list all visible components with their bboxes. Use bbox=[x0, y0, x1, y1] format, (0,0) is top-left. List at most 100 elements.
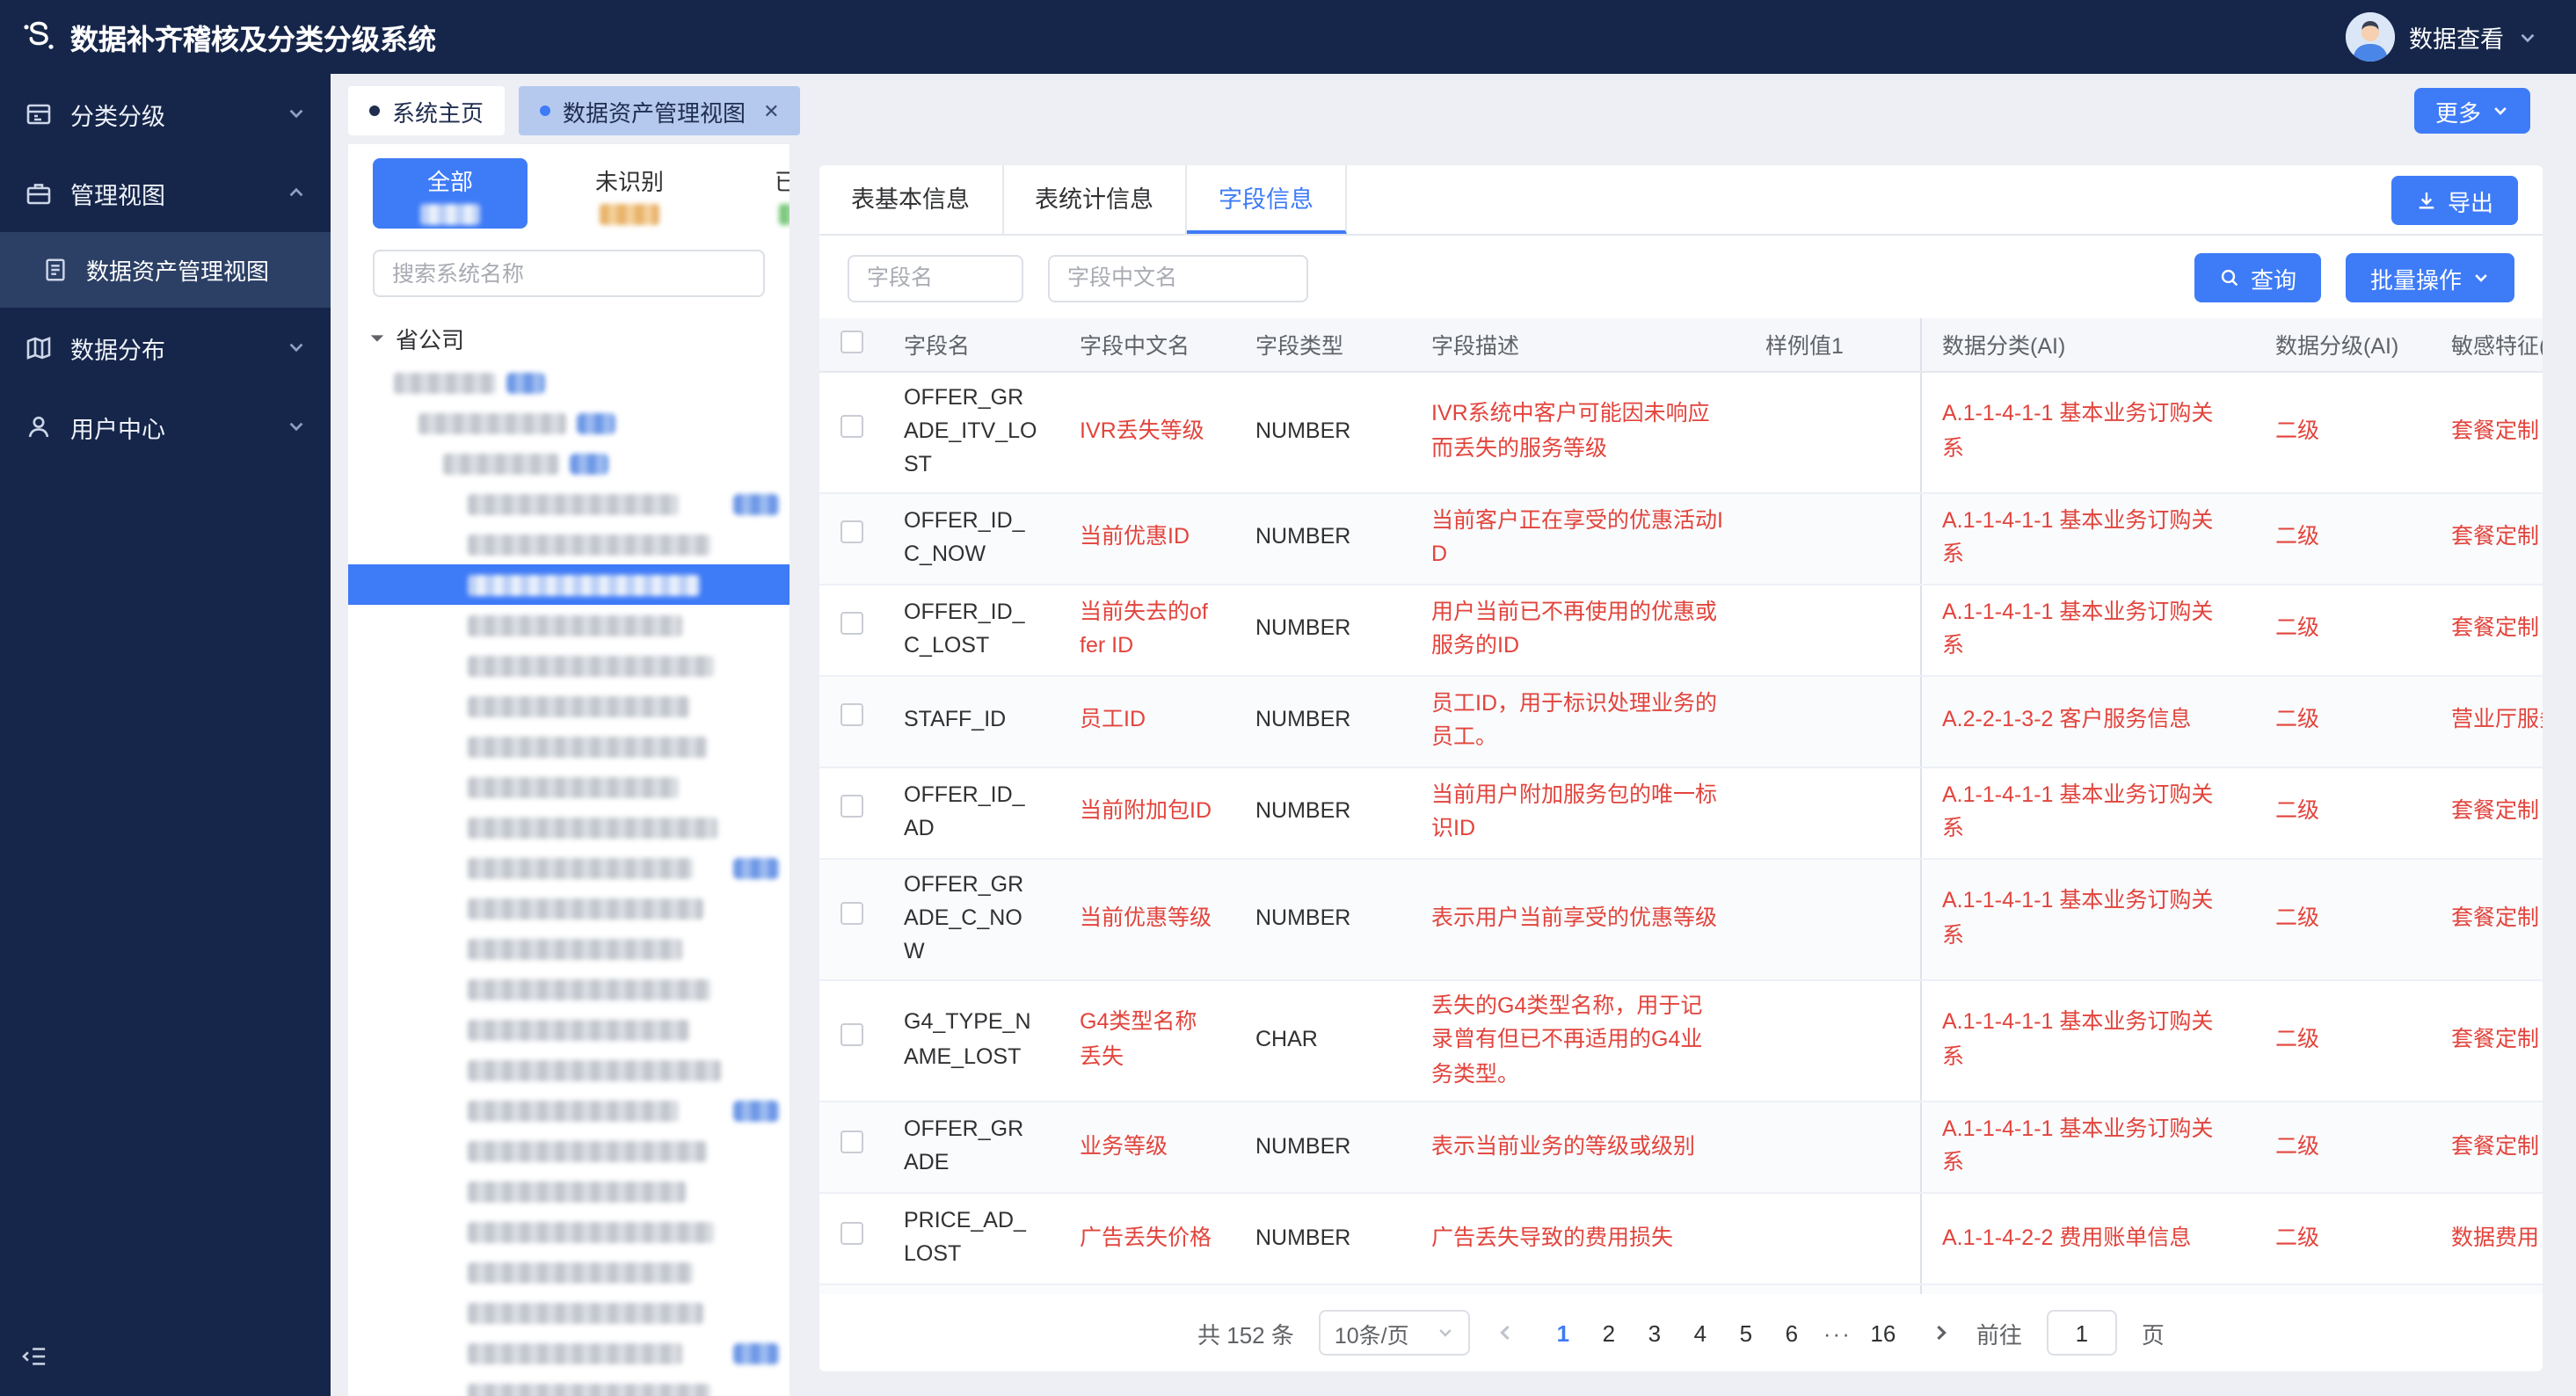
tree-node[interactable] bbox=[348, 1211, 790, 1252]
cell-checkbox bbox=[819, 492, 883, 585]
more-button[interactable]: 更多 bbox=[2413, 88, 2530, 134]
page-4[interactable]: 4 bbox=[1677, 1320, 1723, 1346]
row-checkbox[interactable] bbox=[840, 1130, 863, 1153]
page-1[interactable]: 1 bbox=[1540, 1320, 1586, 1346]
tree-node[interactable] bbox=[348, 1090, 790, 1131]
tree-node[interactable] bbox=[348, 362, 790, 403]
row-checkbox[interactable] bbox=[840, 902, 863, 925]
tab-field-info[interactable]: 字段信息 bbox=[1187, 165, 1347, 234]
tab-table-basic-info[interactable]: 表基本信息 bbox=[819, 165, 1003, 234]
tree-node[interactable] bbox=[348, 847, 790, 888]
cell-checkbox bbox=[819, 1101, 883, 1194]
tree-node[interactable] bbox=[348, 403, 790, 443]
page-16[interactable]: 16 bbox=[1860, 1320, 1906, 1346]
page-2[interactable]: 2 bbox=[1586, 1320, 1632, 1346]
goto-page-input[interactable] bbox=[2046, 1310, 2117, 1356]
filter-unrecognized[interactable]: 未识别 bbox=[552, 158, 707, 229]
table-row: OFFER_ID_C_LOST 当前失去的offer ID NUMBER 用户当前已不… bbox=[819, 584, 2543, 677]
redacted-label bbox=[468, 493, 679, 514]
user-menu[interactable]: 数据查看 bbox=[2346, 12, 2576, 62]
tree-node[interactable] bbox=[348, 605, 790, 645]
redacted-count-badge bbox=[733, 493, 779, 514]
row-checkbox[interactable] bbox=[840, 1023, 863, 1047]
field-info-panel: 表基本信息 表统计信息 字段信息 导出 字段名 字段中文名 查询 批量操作 字段… bbox=[819, 165, 2543, 1371]
sidebar-item-classification[interactable]: 分类分级 bbox=[0, 74, 331, 153]
tree-node[interactable] bbox=[348, 1252, 790, 1292]
page-3[interactable]: 3 bbox=[1632, 1320, 1677, 1346]
cell-level-ai: 二级 bbox=[2254, 1192, 2430, 1285]
cell-level-ai: 二级 bbox=[2254, 767, 2430, 860]
cell-checkbox bbox=[819, 1283, 883, 1294]
cell-sensitive-feature: 数据费用 bbox=[2430, 1192, 2543, 1285]
select-all-checkbox[interactable] bbox=[840, 330, 863, 353]
tab-data-asset-view[interactable]: 数据资产管理视图 ✕ bbox=[519, 86, 801, 135]
redacted-label bbox=[468, 817, 717, 838]
tree-node[interactable] bbox=[348, 443, 790, 484]
tab-system-home[interactable]: 系统主页 bbox=[348, 86, 506, 135]
batch-operations-button[interactable]: 批量操作 bbox=[2345, 253, 2514, 302]
cell-sample bbox=[1744, 767, 1920, 860]
collapse-sidebar-button[interactable] bbox=[21, 1343, 47, 1378]
row-checkbox[interactable] bbox=[840, 612, 863, 636]
cell-sample bbox=[1744, 1101, 1920, 1194]
redacted-count-badge bbox=[570, 453, 608, 474]
sidebar-item-user-center[interactable]: 用户中心 bbox=[0, 387, 331, 466]
cell-field-type: NUMBER bbox=[1234, 767, 1410, 860]
row-checkbox[interactable] bbox=[840, 520, 863, 544]
sidebar-item-data-asset-view[interactable]: 数据资产管理视图 bbox=[0, 232, 331, 308]
cell-field-type: NUMBER bbox=[1234, 1192, 1410, 1285]
tree-node[interactable] bbox=[348, 484, 790, 524]
tree-node[interactable] bbox=[348, 1333, 790, 1373]
tree-node[interactable] bbox=[348, 1050, 790, 1090]
tree-node[interactable] bbox=[348, 686, 790, 726]
tree-node[interactable] bbox=[348, 767, 790, 807]
prev-page-button[interactable] bbox=[1495, 1322, 1516, 1343]
page-5[interactable]: 5 bbox=[1723, 1320, 1769, 1346]
filter-recognized[interactable]: 已识别 bbox=[731, 158, 790, 229]
tree-node[interactable] bbox=[348, 969, 790, 1009]
tree-node-selected[interactable] bbox=[348, 564, 790, 605]
filter-label: 已识别 bbox=[775, 163, 790, 196]
cell-sensitive-feature: 套餐定制 bbox=[2430, 371, 2543, 494]
page-ellipsis[interactable]: ··· bbox=[1815, 1320, 1860, 1346]
user-avatar bbox=[2346, 12, 2395, 62]
system-search-input[interactable] bbox=[373, 250, 765, 297]
cell-category-ai: A.1-1-4-1-1 基本业务订购关系 bbox=[1919, 371, 2254, 494]
redacted-label bbox=[468, 938, 682, 959]
tree-root-node[interactable]: 省公司 bbox=[348, 315, 790, 362]
cell-field-type: NUMBER bbox=[1234, 675, 1410, 768]
cell-field-name: PRICE_AD_LOST bbox=[883, 1192, 1059, 1285]
tree-node[interactable] bbox=[348, 726, 790, 767]
tree-node[interactable] bbox=[348, 645, 790, 686]
redacted-label bbox=[468, 1383, 710, 1396]
row-checkbox[interactable] bbox=[840, 1221, 863, 1245]
tree-node[interactable] bbox=[348, 1292, 790, 1333]
filter-all[interactable]: 全部 bbox=[373, 158, 528, 229]
cell-field-cn: 当前附加包ID bbox=[1059, 767, 1234, 860]
tree-node[interactable] bbox=[348, 1131, 790, 1171]
tree-node[interactable] bbox=[348, 1009, 790, 1050]
cell-sensitive-feature: 套餐定制 bbox=[2430, 584, 2543, 677]
field-cn-name-input[interactable] bbox=[1048, 254, 1308, 302]
sidebar-item-data-distribution[interactable]: 数据分布 bbox=[0, 308, 331, 387]
query-button[interactable]: 查询 bbox=[2194, 253, 2321, 302]
row-checkbox[interactable] bbox=[840, 795, 863, 818]
field-name-input[interactable] bbox=[848, 254, 1023, 302]
tree-node[interactable] bbox=[348, 524, 790, 564]
tree-node[interactable] bbox=[348, 1171, 790, 1211]
next-page-button[interactable] bbox=[1931, 1322, 1952, 1343]
tree-node[interactable] bbox=[348, 888, 790, 928]
tree-node[interactable] bbox=[348, 928, 790, 969]
tab-table-statistics[interactable]: 表统计信息 bbox=[1003, 165, 1187, 234]
sidebar-item-management-views[interactable]: 管理视图 bbox=[0, 153, 331, 232]
page-6[interactable]: 6 bbox=[1769, 1320, 1815, 1346]
export-button[interactable]: 导出 bbox=[2390, 176, 2518, 225]
views-icon bbox=[25, 178, 53, 207]
tree-node[interactable] bbox=[348, 1373, 790, 1396]
page-size-select[interactable]: 10条/页 bbox=[1318, 1310, 1470, 1356]
row-checkbox[interactable] bbox=[840, 703, 863, 727]
cell-level-ai: 二级 bbox=[2254, 584, 2430, 677]
close-tab-icon[interactable]: ✕ bbox=[763, 99, 779, 122]
tree-node[interactable] bbox=[348, 807, 790, 847]
row-checkbox[interactable] bbox=[840, 414, 863, 438]
